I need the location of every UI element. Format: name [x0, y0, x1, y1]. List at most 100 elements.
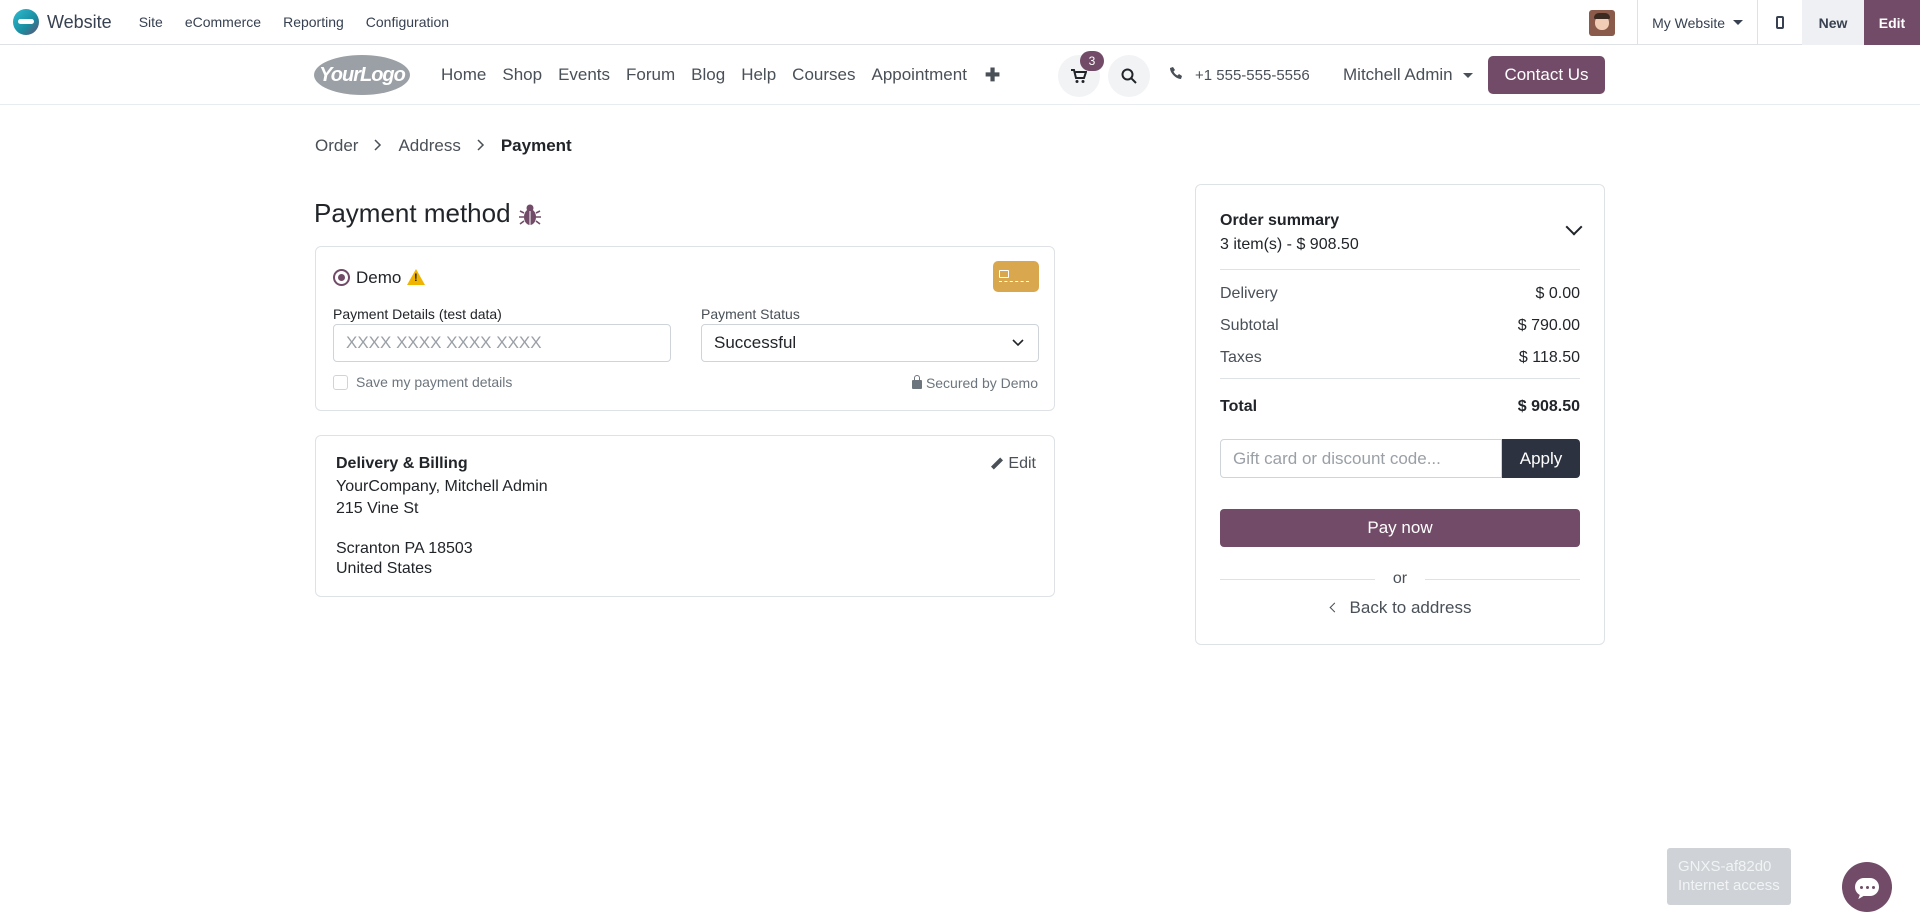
- nav-help[interactable]: Help: [741, 65, 776, 85]
- phone-icon: [1170, 67, 1183, 83]
- summary-row-value: $ 790.00: [1517, 317, 1580, 334]
- payment-provider-label[interactable]: Demo: [356, 268, 401, 288]
- chevron-down-icon[interactable]: [1565, 218, 1583, 236]
- site-logo[interactable]: YourLogo: [314, 55, 410, 95]
- search-icon: [1121, 68, 1137, 84]
- discount-code-input[interactable]: Gift card or discount code...: [1220, 439, 1502, 478]
- address-line: United States: [336, 560, 433, 577]
- pay-now-button[interactable]: Pay now: [1220, 509, 1580, 547]
- bug-icon[interactable]: [518, 203, 541, 225]
- website-switcher[interactable]: My Website: [1638, 15, 1757, 31]
- menu-site[interactable]: Site: [139, 14, 163, 30]
- address-line: Scranton PA 18503: [336, 540, 473, 557]
- secured-by-text: Secured by Demo: [925, 375, 1038, 391]
- order-summary-card: Order summary 3 item(s) - $ 908.50 Deliv…: [1195, 184, 1605, 645]
- pencil-icon: [991, 458, 1003, 470]
- order-summary-title: Order summary: [1220, 212, 1340, 229]
- menu-reporting[interactable]: Reporting: [283, 14, 344, 30]
- edit-address-label: Edit: [1008, 455, 1036, 472]
- cart-icon: [1071, 68, 1087, 83]
- admin-right-controls: My Website New Edit: [1589, 0, 1920, 45]
- admin-menu: Site eCommerce Reporting Configuration: [128, 14, 460, 30]
- breadcrumb-order[interactable]: Order: [315, 136, 358, 156]
- summary-row-subtotal: Subtotal $ 790.00: [1220, 317, 1580, 335]
- chevron-right-icon: [477, 138, 485, 154]
- divider: [1220, 378, 1580, 379]
- back-to-address-label: Back to address: [1349, 598, 1472, 617]
- page-title: Payment method: [314, 198, 541, 229]
- edit-button[interactable]: Edit: [1864, 0, 1920, 45]
- card-number-input[interactable]: XXXX XXXX XXXX XXXX: [333, 324, 671, 362]
- menu-configuration[interactable]: Configuration: [366, 14, 449, 30]
- apply-button[interactable]: Apply: [1502, 439, 1580, 478]
- cart-button[interactable]: 3: [1058, 51, 1104, 97]
- divider: [1425, 578, 1581, 580]
- delivery-billing-card: Delivery & Billing Edit YourCompany, Mit…: [315, 435, 1055, 597]
- or-label: or: [1392, 570, 1408, 587]
- nav-shop[interactable]: Shop: [502, 65, 542, 85]
- divider: [1220, 269, 1580, 270]
- save-payment-label[interactable]: Save my payment details: [356, 374, 512, 390]
- payment-option-card: Demo Payment Details (test data) XXXX XX…: [315, 246, 1055, 411]
- payment-method-heading: Payment method: [314, 198, 511, 228]
- app-brand[interactable]: Website: [13, 9, 112, 35]
- summary-row-delivery: Delivery $ 0.00: [1220, 285, 1580, 303]
- payment-radio-demo[interactable]: [333, 269, 350, 286]
- phone-number: +1 555-555-5556: [1195, 66, 1310, 84]
- discount-code-placeholder: Gift card or discount code...: [1233, 448, 1441, 468]
- card-number-placeholder: XXXX XXXX XXXX XXXX: [346, 333, 542, 352]
- nav-home[interactable]: Home: [441, 65, 486, 85]
- breadcrumb-payment: Payment: [500, 136, 572, 155]
- nav-courses[interactable]: Courses: [792, 65, 855, 85]
- back-to-address-link[interactable]: Back to address: [1196, 598, 1606, 618]
- save-payment-checkbox[interactable]: [333, 375, 348, 390]
- payment-status-select[interactable]: Successful: [701, 324, 1039, 362]
- phone-link[interactable]: +1 555-555-5556: [1170, 45, 1310, 105]
- summary-row-label: Delivery: [1220, 285, 1278, 302]
- search-button[interactable]: [1108, 55, 1150, 97]
- chevron-right-icon: [374, 138, 382, 154]
- payment-status-value: Successful: [714, 333, 797, 352]
- summary-row-value: $ 118.50: [1518, 349, 1580, 366]
- menu-ecommerce[interactable]: eCommerce: [185, 14, 261, 30]
- summary-row-total: Total $ 908.50: [1220, 398, 1580, 416]
- warning-icon: [407, 269, 425, 285]
- breadcrumb-address[interactable]: Address: [398, 136, 460, 156]
- payment-status-label: Payment Status: [701, 306, 800, 322]
- summary-row-label: Taxes: [1220, 349, 1262, 366]
- payment-details-label: Payment Details (test data): [333, 306, 502, 322]
- summary-row-taxes: Taxes $ 118.50: [1220, 349, 1580, 367]
- nav-blog[interactable]: Blog: [691, 65, 725, 85]
- caret-down-icon: [1733, 20, 1743, 25]
- total-label: Total: [1220, 398, 1258, 415]
- contact-us-button[interactable]: Contact Us: [1488, 56, 1605, 94]
- summary-row-label: Subtotal: [1220, 317, 1279, 334]
- nav-appointment[interactable]: Appointment: [871, 65, 966, 85]
- add-menu-icon[interactable]: ✚: [985, 65, 1000, 86]
- user-menu[interactable]: Mitchell Admin: [1343, 45, 1473, 105]
- address-line: YourCompany, Mitchell Admin: [336, 478, 548, 495]
- livechat-button[interactable]: [1842, 862, 1892, 912]
- lock-icon: [911, 375, 922, 389]
- toast-line: Internet access: [1678, 877, 1780, 894]
- summary-row-value: $ 0.00: [1535, 285, 1580, 302]
- nav-forum[interactable]: Forum: [626, 65, 675, 85]
- nav-events[interactable]: Events: [558, 65, 610, 85]
- or-separator: or: [1220, 570, 1581, 588]
- mobile-preview-button[interactable]: [1758, 0, 1802, 45]
- checkout-breadcrumb: Order Address Payment: [315, 136, 572, 156]
- order-items-count: 3 item(s) - $ 908.50: [1220, 236, 1359, 253]
- admin-navbar: Website Site eCommerce Reporting Configu…: [0, 0, 1920, 45]
- user-name: Mitchell Admin: [1343, 65, 1453, 84]
- chevron-down-icon: [1012, 335, 1024, 350]
- cart-count-badge: 3: [1080, 51, 1104, 71]
- address-line: 215 Vine St: [336, 500, 419, 517]
- new-button[interactable]: New: [1802, 0, 1864, 45]
- network-toast: GNXS-af82d0 Internet access: [1667, 848, 1791, 905]
- divider: [1220, 578, 1375, 580]
- website-switcher-label: My Website: [1652, 14, 1725, 31]
- edit-address-link[interactable]: Edit: [991, 455, 1036, 473]
- toast-line: GNXS-af82d0: [1678, 858, 1772, 875]
- delivery-billing-title: Delivery & Billing: [336, 455, 468, 472]
- user-avatar[interactable]: [1589, 9, 1616, 36]
